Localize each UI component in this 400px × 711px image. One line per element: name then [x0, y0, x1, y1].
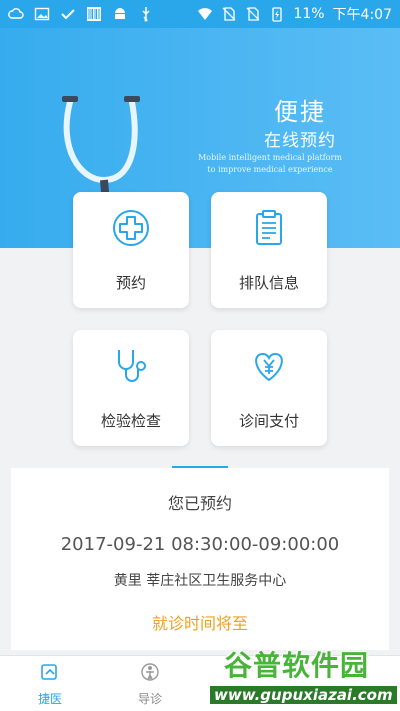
no-sim-icon: [246, 7, 260, 21]
watermark-logo: 谷普软件园: [224, 649, 370, 682]
battery-percent: 11%: [293, 6, 325, 22]
battery-charging-icon: [272, 7, 283, 22]
booking-status: 就诊时间将至: [151, 614, 248, 633]
nav-quick-doctor[interactable]: 捷医: [15, 656, 85, 711]
hero-title: 便捷: [274, 98, 326, 126]
medical-cross-icon: [113, 210, 149, 246]
hero-tagline: Mobile intelligent medical platform to i…: [198, 153, 342, 174]
heart-yuan-icon: [255, 352, 283, 382]
nav-guide[interactable]: 导诊: [115, 656, 185, 711]
watermark: 谷普软件园 www.gupuxiazai.com: [206, 640, 400, 711]
usb-icon: [142, 7, 150, 22]
cloud-icon: [8, 8, 24, 19]
clock: 下午4:07: [332, 7, 392, 23]
nav-guide-label: 导诊: [137, 692, 162, 706]
clipboard-icon: [256, 210, 282, 245]
booking-time: 2017-09-21 08:30:00-09:00:00: [60, 534, 340, 555]
status-bar: 11% 下午4:07: [0, 0, 400, 28]
check-icon: [61, 9, 75, 20]
stethoscope-icon: [118, 350, 146, 382]
clinic-payment-tile[interactable]: 诊间支付: [211, 330, 327, 446]
no-sim-icon: [222, 7, 236, 21]
appointment-tile[interactable]: 预约: [73, 192, 189, 308]
booking-clinic: 黄里 莘庄社区卫生服务中心: [113, 573, 287, 589]
wifi-icon: [198, 8, 213, 20]
booking-card[interactable]: 您已预约 2017-09-21 08:30:00-09:00:00 黄里 莘庄社…: [11, 468, 389, 650]
test-exam-label: 检验检查: [100, 412, 161, 430]
queue-info-label: 排队信息: [238, 274, 299, 292]
booking-title: 您已预约: [167, 494, 232, 513]
image-icon: [34, 7, 50, 21]
watermark-url: www.gupuxiazai.com: [210, 686, 397, 704]
queue-info-tile[interactable]: 排队信息: [211, 192, 327, 308]
test-exam-tile[interactable]: 检验检查: [73, 330, 189, 446]
appointment-label: 预约: [115, 274, 146, 292]
nav-quick-doctor-label: 捷医: [37, 692, 62, 706]
clinic-payment-label: 诊间支付: [238, 412, 299, 430]
android-icon: [115, 8, 125, 19]
hero-banner: 便捷 在线预约 Mobile intelligent medical platf…: [0, 28, 400, 248]
quick-doctor-icon: [41, 664, 57, 680]
guide-person-icon: [141, 663, 159, 681]
hero-subtitle: 在线预约: [264, 131, 336, 151]
barcode-icon: [87, 7, 101, 21]
